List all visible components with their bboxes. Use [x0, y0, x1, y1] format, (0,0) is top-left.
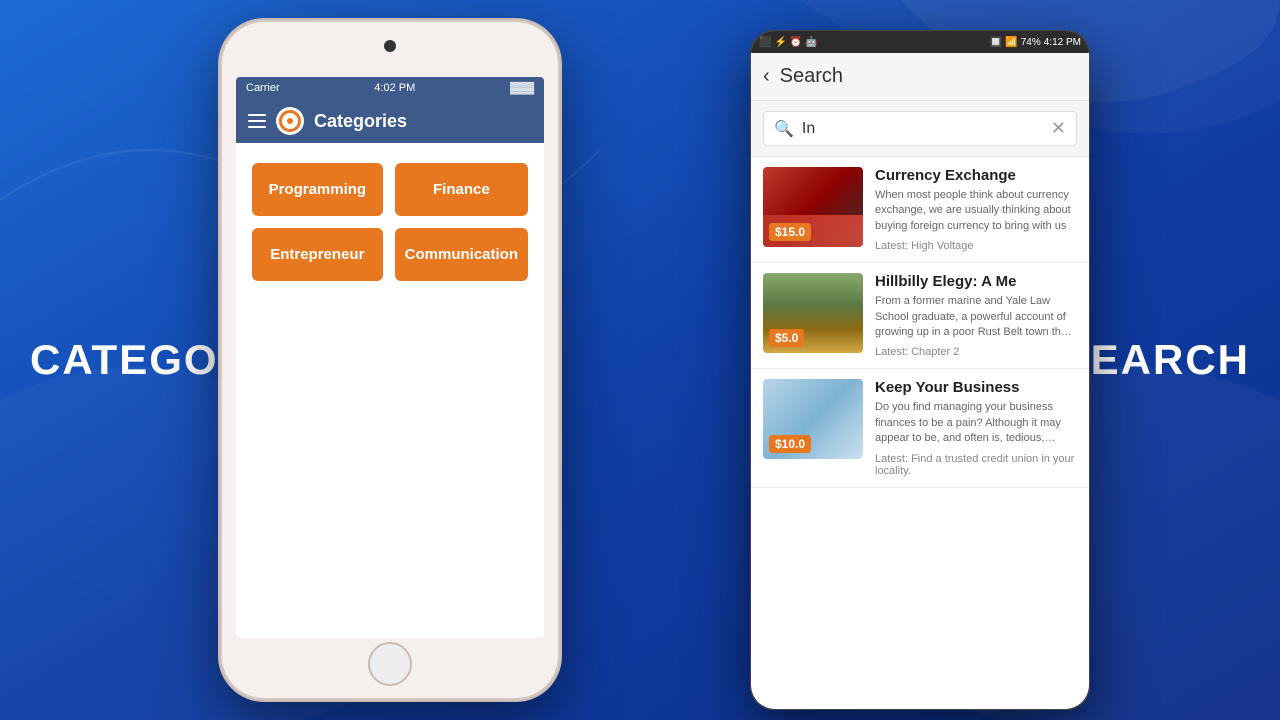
result-title-business: Keep Your Business [875, 379, 1077, 396]
iphone-device: Carrier 4:02 PM ▓▓▓ Categories Programmi… [220, 20, 560, 700]
nfc-icon: ⬛ [759, 37, 771, 48]
ios-navbar-title: Categories [314, 111, 407, 132]
android-wifi-icon: 📶 [1005, 37, 1017, 48]
ios-battery: ▓▓▓ [510, 82, 534, 94]
iphone-screen: Carrier 4:02 PM ▓▓▓ Categories Programmi… [236, 77, 544, 638]
result-info-hillbilly: Hillbilly Elegy: A Me From a former mari… [875, 273, 1077, 358]
ios-carrier: Carrier [246, 82, 280, 94]
search-input-wrap[interactable]: 🔍 In ✕ [763, 111, 1077, 146]
usb-icon: ⚡ [774, 37, 786, 48]
result-thumb-currency: $15.0 [763, 167, 863, 247]
ios-navbar: Categories [236, 99, 544, 143]
price-badge-hillbilly: $5.0 [769, 329, 804, 347]
category-communication[interactable]: Communication [395, 228, 528, 281]
iphone-body: Carrier 4:02 PM ▓▓▓ Categories Programmi… [220, 20, 560, 700]
result-latest-currency: Latest: High Voltage [875, 240, 1077, 252]
price-badge-currency: $15.0 [769, 223, 811, 241]
android-battery-icon: 🔲 [990, 37, 1002, 48]
search-input[interactable]: In [802, 120, 1043, 138]
result-thumb-business: $10.0 [763, 379, 863, 459]
result-info-business: Keep Your Business Do you find managing … [875, 379, 1077, 476]
iphone-home-button[interactable] [368, 642, 412, 686]
alarm-icon: ⏰ [790, 37, 802, 48]
category-finance[interactable]: Finance [395, 163, 528, 216]
android-status-right: 🔲 📶 74% 4:12 PM [990, 37, 1081, 48]
search-icon: 🔍 [774, 119, 794, 139]
android-battery-pct: 74% [1021, 37, 1041, 48]
android-body: ⬛ ⚡ ⏰ 🤖 🔲 📶 74% 4:12 PM ‹ Search [750, 30, 1090, 710]
search-bar: 🔍 In ✕ [751, 101, 1089, 157]
android-icon: 🤖 [805, 37, 817, 48]
android-status-icons: ⬛ ⚡ ⏰ 🤖 [759, 37, 818, 48]
android-status-bar: ⬛ ⚡ ⏰ 🤖 🔲 📶 74% 4:12 PM [751, 31, 1089, 53]
category-programming[interactable]: Programming [252, 163, 383, 216]
app-logo [276, 107, 304, 135]
category-grid: Programming Finance Entrepreneur Communi… [236, 143, 544, 301]
android-device: ⬛ ⚡ ⏰ 🤖 🔲 📶 74% 4:12 PM ‹ Search [750, 30, 1090, 710]
back-button[interactable]: ‹ [763, 65, 770, 88]
logo-ring [279, 110, 301, 132]
result-title-hillbilly: Hillbilly Elegy: A Me [875, 273, 1077, 290]
price-badge-business: $10.0 [769, 435, 811, 453]
android-screen: ⬛ ⚡ ⏰ 🤖 🔲 📶 74% 4:12 PM ‹ Search [751, 31, 1089, 709]
result-desc-currency: When most people think about currency ex… [875, 188, 1077, 234]
result-desc-hillbilly: From a former marine and Yale Law School… [875, 294, 1077, 340]
clear-icon[interactable]: ✕ [1051, 118, 1066, 139]
result-item-currency[interactable]: $15.0 Currency Exchange When most people… [751, 157, 1089, 263]
iphone-camera [384, 40, 396, 52]
result-item-business[interactable]: $10.0 Keep Your Business Do you find man… [751, 369, 1089, 487]
category-entrepreneur[interactable]: Entrepreneur [252, 228, 383, 281]
ios-time: 4:02 PM [374, 82, 415, 94]
android-time: 4:12 PM [1044, 37, 1081, 48]
android-navbar-title: Search [780, 65, 843, 88]
result-item-hillbilly[interactable]: $5.0 Hillbilly Elegy: A Me From a former… [751, 263, 1089, 369]
result-thumb-hillbilly: $5.0 [763, 273, 863, 353]
ios-status-bar: Carrier 4:02 PM ▓▓▓ [236, 77, 544, 99]
result-latest-business: Latest: Find a trusted credit union in y… [875, 453, 1077, 477]
result-title-currency: Currency Exchange [875, 167, 1077, 184]
search-results-list[interactable]: $15.0 Currency Exchange When most people… [751, 157, 1089, 695]
result-desc-business: Do you find managing your business finan… [875, 400, 1077, 446]
result-info-currency: Currency Exchange When most people think… [875, 167, 1077, 252]
android-navbar: ‹ Search [751, 53, 1089, 101]
result-latest-hillbilly: Latest: Chapter 2 [875, 346, 1077, 358]
menu-icon[interactable] [248, 114, 266, 128]
logo-dot [287, 118, 293, 124]
